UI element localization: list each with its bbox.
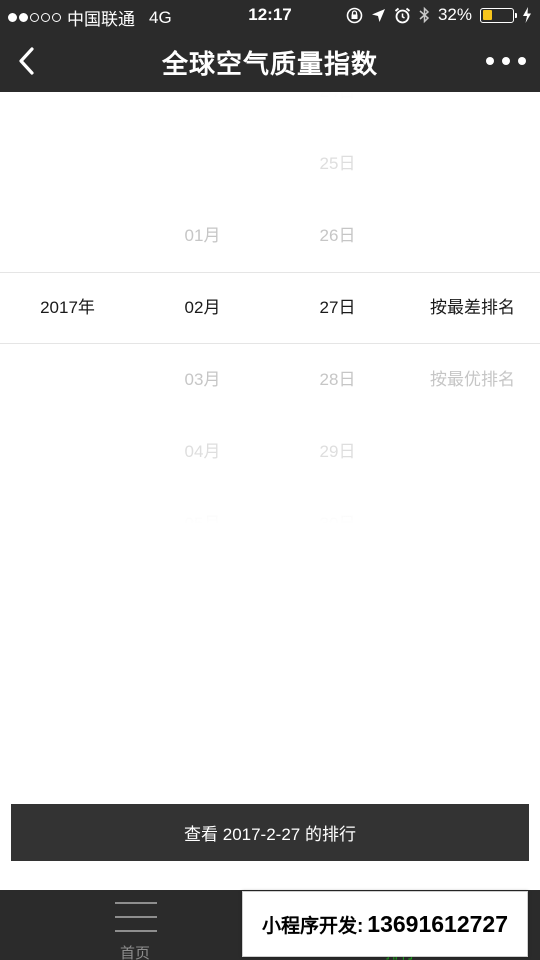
picker-month-option[interactable]: 05月 — [135, 506, 270, 524]
view-ranking-button[interactable]: 查看 2017-2-27 的排行 — [11, 804, 529, 861]
alarm-icon — [394, 7, 411, 23]
signal-dot — [30, 13, 39, 22]
status-right: 32% — [346, 5, 532, 25]
battery-level — [482, 10, 492, 20]
tab-home[interactable]: 首页 — [95, 890, 175, 960]
signal-dot — [8, 13, 17, 22]
carrier-name: 中国联通 — [67, 10, 135, 29]
picker-day-option[interactable]: 26日 — [270, 218, 405, 254]
more-dot-icon — [502, 57, 510, 65]
nav-bar: 全球空气质量指数 — [0, 30, 540, 92]
picker-day-option[interactable]: 27日 — [270, 290, 405, 326]
watermark-banner: 小程序开发: 13691612727 — [242, 891, 528, 957]
picker-month-option[interactable]: 04月 — [135, 434, 270, 470]
chevron-left-icon — [19, 47, 34, 75]
battery-icon — [480, 7, 517, 23]
network-type: 4G — [149, 7, 172, 27]
more-dot-icon — [486, 57, 494, 65]
charging-bolt-icon — [523, 7, 531, 23]
watermark-phone: 13691612727 — [367, 910, 509, 937]
picker-day-option[interactable]: 25日 — [270, 146, 405, 182]
menu-icon — [115, 902, 157, 934]
menu-icon-line — [115, 902, 157, 904]
menu-icon-line — [115, 916, 157, 918]
status-left: 中国联通 4G — [8, 5, 172, 30]
page-title: 全球空气质量指数 — [161, 49, 378, 79]
picker-sort-option[interactable]: 按最优排名 — [405, 362, 540, 398]
watermark-label: 小程序开发: — [261, 915, 364, 937]
menu-icon-line — [115, 930, 157, 932]
orientation-lock-icon — [346, 7, 363, 23]
picker-month-option[interactable]: 03月 — [135, 362, 270, 398]
signal-strength-icon — [8, 13, 61, 22]
signal-dot — [41, 13, 50, 22]
picker-day-option[interactable]: 30日 — [270, 506, 405, 524]
tab-home-label: 首页 — [119, 945, 150, 960]
picker-year-option[interactable]: 2017年 — [0, 290, 135, 326]
picker-sort-option[interactable]: 按最差排名 — [405, 290, 540, 326]
signal-dot — [52, 13, 61, 22]
more-button[interactable] — [486, 48, 526, 74]
picker-month-option[interactable]: 01月 — [135, 218, 270, 254]
picker-column-year[interactable]: 2017年 — [0, 92, 135, 524]
picker-day-option[interactable]: 28日 — [270, 362, 405, 398]
back-button[interactable] — [8, 42, 44, 80]
picker-month-option[interactable]: 02月 — [135, 290, 270, 326]
picker-column-sort[interactable]: 按最差排名 按最优排名 — [405, 92, 540, 524]
location-arrow-icon — [371, 8, 385, 22]
date-picker[interactable]: 2017年 01月 02月 03月 04月 05月 24日 25日 26日 27… — [0, 92, 540, 524]
more-dot-icon — [518, 57, 526, 65]
picker-column-month[interactable]: 01月 02月 03月 04月 05月 — [135, 92, 270, 524]
battery-percent: 32% — [437, 5, 472, 24]
signal-dot — [19, 13, 28, 22]
picker-day-option[interactable]: 29日 — [270, 434, 405, 470]
picker-column-day[interactable]: 24日 25日 26日 27日 28日 29日 30日 — [270, 92, 405, 524]
status-bar: 中国联通 4G 12:17 32% — [0, 0, 540, 30]
picker-day-option[interactable]: 24日 — [270, 92, 405, 110]
bluetooth-icon — [419, 6, 430, 24]
